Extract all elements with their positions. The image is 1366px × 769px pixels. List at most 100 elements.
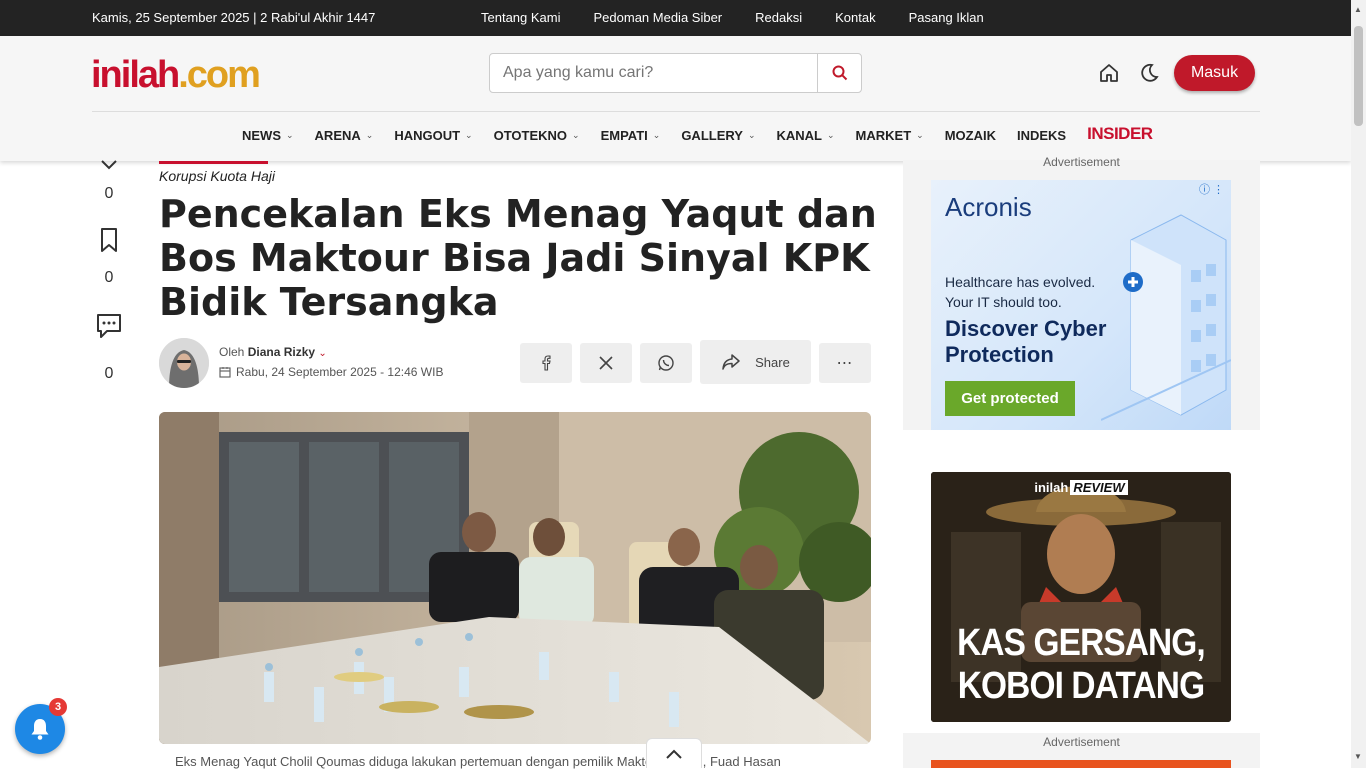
scroll-top-button[interactable] <box>646 738 702 768</box>
nav-label: HANGOUT <box>394 127 461 143</box>
dark-mode-icon[interactable] <box>1138 62 1160 84</box>
main-nav: NEWS ⌄ ARENA ⌄ HANGOUT ⌄ OTOTEKNO ⌄ EMPATI ⌄ … <box>242 124 1174 144</box>
inilah-review-ad[interactable]: inilah REVIEW KAS GERSANG, KOBOI DATANG <box>931 472 1231 722</box>
header-divider <box>92 111 1260 112</box>
ad-slot-2[interactable] <box>931 760 1231 768</box>
article-image <box>159 412 871 744</box>
top-link-redaksi[interactable]: Redaksi <box>755 10 802 25</box>
nav-item-news[interactable]: NEWS ⌄ <box>242 126 294 144</box>
article-category[interactable]: Korupsi Kuota Haji <box>159 168 275 184</box>
acronis-cta-button[interactable]: Get protected <box>945 381 1075 416</box>
ad-container-2: Advertisement <box>903 733 1260 768</box>
author-prefix: Oleh <box>219 345 245 359</box>
acronis-ad[interactable]: Acronis ⓘ ⋮ Healthcare has evolved. Your… <box>931 180 1231 430</box>
chevron-down-icon: ⌄ <box>465 129 473 140</box>
site-header: inilah.com Masuk NEWS ⌄ ARENA ⌄ HANGOUT ⌄ O… <box>0 36 1351 161</box>
home-icon[interactable] <box>1098 62 1120 84</box>
more-icon: ⋯ <box>836 355 854 372</box>
search-button[interactable] <box>817 54 861 92</box>
nav-label: GALLERY <box>681 127 743 143</box>
chevron-down-icon: ⌄ <box>365 129 374 140</box>
search-input[interactable] <box>490 54 817 92</box>
review-headline2: KOBOI DATANG <box>957 665 1205 707</box>
share-x-button[interactable] <box>580 343 632 383</box>
comment-count: 0 <box>104 365 114 382</box>
nav-item-arena[interactable]: ARENA ⌄ <box>315 126 374 144</box>
nav-item-ototekno[interactable]: OTOTEKNO ⌄ <box>494 126 580 144</box>
nav-item-empati[interactable]: EMPATI ⌄ <box>601 126 661 144</box>
article-title: Pencekalan Eks Menag Yaqut dan Bos Makto… <box>159 192 877 324</box>
header-icons <box>1098 62 1160 84</box>
top-link-pasang-iklan[interactable]: Pasang Iklan <box>909 10 984 25</box>
nav-label: KANAL <box>776 127 823 143</box>
top-links: Tentang Kami Pedoman Media Siber Redaksi… <box>481 10 984 25</box>
nav-label: OTOTEKNO <box>493 127 568 143</box>
nav-item-indeks[interactable]: INDEKS <box>1017 126 1066 144</box>
search-box <box>489 53 862 93</box>
nav-item-hangout[interactable]: HANGOUT ⌄ <box>394 126 472 144</box>
share-label: Share <box>755 354 790 370</box>
share-button[interactable]: Share <box>700 340 811 384</box>
login-button[interactable]: Masuk <box>1174 55 1255 91</box>
publish-date: Rabu, 24 September 2025 - 12:46 WIB <box>219 365 443 379</box>
review-brand-part2: REVIEW <box>1070 480 1128 495</box>
x-twitter-icon <box>599 356 613 370</box>
top-link-pedoman[interactable]: Pedoman Media Siber <box>594 10 723 25</box>
facebook-icon <box>542 355 551 371</box>
chevron-down-icon: ⌄ <box>572 129 580 140</box>
calendar-icon <box>219 367 231 378</box>
logo-dot: . <box>178 54 188 96</box>
share-facebook-button[interactable] <box>520 343 572 383</box>
chevron-down-icon[interactable]: ⌄ <box>318 348 326 359</box>
more-options-button[interactable]: ⋯ <box>819 343 871 383</box>
top-link-kontak[interactable]: Kontak <box>835 10 875 25</box>
logo-text-part1: inilah <box>91 54 180 96</box>
like-icon[interactable] <box>100 160 118 170</box>
nav-label: ARENA <box>314 127 361 143</box>
acronis-headline2: Protection <box>945 342 1054 367</box>
scroll-up-arrow[interactable]: ▲ <box>1354 5 1362 14</box>
nav-item-gallery[interactable]: GALLERY ⌄ <box>681 126 755 144</box>
nav-item-mozaik[interactable]: MOZAIK <box>945 126 996 144</box>
scrollbar-thumb[interactable] <box>1354 26 1363 126</box>
bookmark-count: 0 <box>104 269 114 286</box>
publish-date-text: Rabu, 24 September 2025 - 12:46 WIB <box>236 365 444 379</box>
nav-item-market[interactable]: MARKET ⌄ <box>856 126 924 144</box>
acronis-line2: Your IT should too. <box>945 294 1062 310</box>
bookmark-icon[interactable] <box>99 227 119 253</box>
nav-label: MARKET <box>855 127 912 143</box>
search-icon <box>832 65 847 81</box>
article-photo[interactable] <box>159 412 871 744</box>
nav-item-kanal[interactable]: KANAL ⌄ <box>777 126 835 144</box>
nav-item-insider[interactable]: INSIDER <box>1087 124 1153 144</box>
author-photo <box>159 338 209 388</box>
scroll-down-arrow[interactable]: ▼ <box>1354 752 1362 761</box>
current-date: Kamis, 25 September 2025 | 2 Rabi'ul Akh… <box>92 10 376 25</box>
ad-info-icons[interactable]: ⓘ ⋮ <box>1199 181 1224 197</box>
chevron-down-icon: ⌄ <box>286 129 294 140</box>
chevron-down-icon: ⌄ <box>652 129 661 140</box>
page-scrollbar[interactable]: ▲ ▼ <box>1351 0 1366 768</box>
nav-label: INDEKS <box>1016 127 1067 143</box>
hospital-illustration <box>1101 214 1231 421</box>
nav-label: MOZAIK <box>944 127 996 143</box>
photo-caption: Eks Menag Yaqut Cholil Qoumas diduga lak… <box>175 754 781 769</box>
whatsapp-icon <box>658 355 674 371</box>
bell-icon <box>31 719 49 740</box>
site-logo[interactable]: inilah.com <box>91 54 261 96</box>
author-name[interactable]: Diana Rizky <box>248 345 315 359</box>
author-line: Oleh Diana Rizky ⌄ <box>219 345 327 359</box>
comment-icon[interactable] <box>95 312 123 340</box>
ad-label-2: Advertisement <box>1043 735 1120 749</box>
author-avatar[interactable] <box>159 338 209 388</box>
top-bar: Kamis, 25 September 2025 | 2 Rabi'ul Akh… <box>0 0 1351 36</box>
acronis-brand: Acronis <box>945 192 1032 222</box>
chevron-down-icon: ⌄ <box>827 129 835 140</box>
acronis-line1: Healthcare has evolved. <box>945 274 1096 290</box>
like-count: 0 <box>104 185 114 202</box>
top-link-tentang-kami[interactable]: Tentang Kami <box>481 10 561 25</box>
share-whatsapp-button[interactable] <box>640 343 692 383</box>
ad-label: Advertisement <box>1043 155 1120 169</box>
review-brand: inilah REVIEW <box>931 480 1231 495</box>
notification-badge: 3 <box>49 698 67 716</box>
